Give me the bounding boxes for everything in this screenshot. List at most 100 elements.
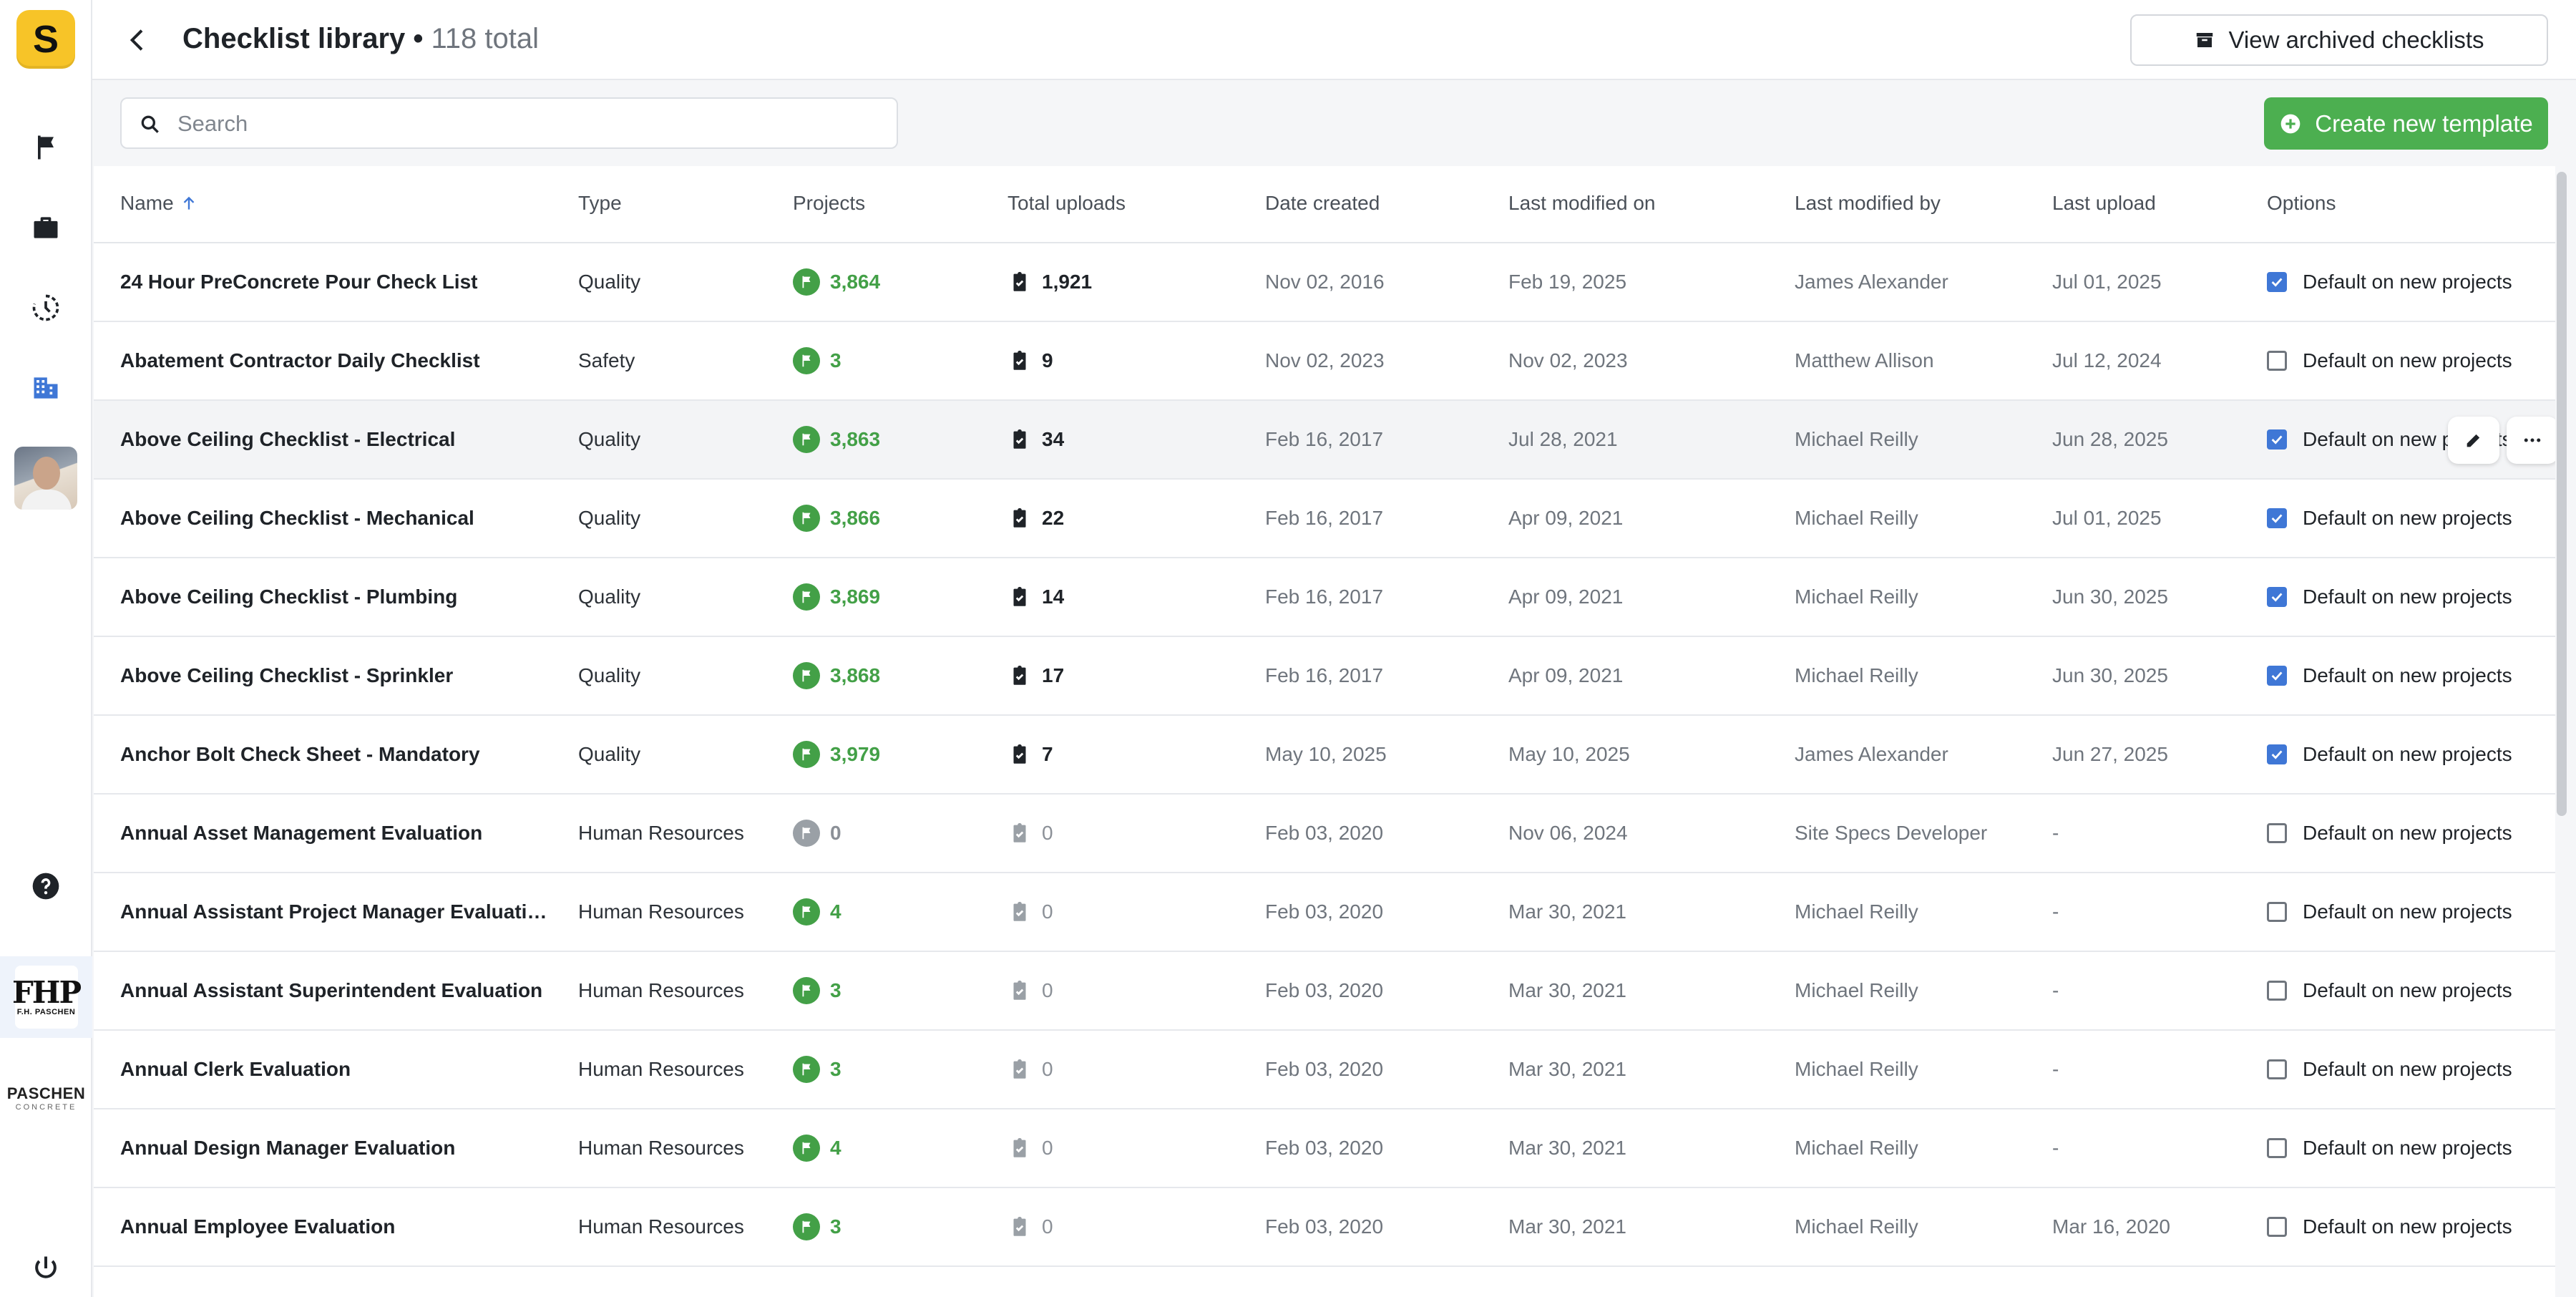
- back-button[interactable]: [118, 20, 158, 60]
- row-uploads-count: 0: [1042, 1137, 1053, 1159]
- row-last-modified: Mar 30, 2021: [1508, 1215, 1626, 1238]
- row-projects[interactable]: 3,868: [793, 637, 880, 714]
- default-checkbox[interactable]: [2267, 508, 2287, 528]
- default-checkbox[interactable]: [2267, 429, 2287, 450]
- column-header-last-modified[interactable]: Last modified on: [1508, 192, 1655, 215]
- row-name[interactable]: Above Ceiling Checklist - Plumbing: [120, 558, 550, 636]
- row-projects[interactable]: 4: [793, 873, 841, 951]
- row-last-modified: Mar 30, 2021: [1508, 1137, 1626, 1159]
- column-header-last-upload[interactable]: Last upload: [2052, 192, 2156, 215]
- table-row[interactable]: Annual Clerk Evaluation Human Resources 3 0…: [94, 1031, 2555, 1109]
- column-header-type[interactable]: Type: [578, 192, 622, 215]
- row-name[interactable]: Annual Clerk Evaluation: [120, 1031, 550, 1108]
- row-name[interactable]: Abatement Contractor Daily Checklist: [120, 322, 550, 399]
- row-uploads[interactable]: 0: [1008, 795, 1053, 872]
- flag-icon[interactable]: [29, 130, 63, 165]
- create-template-button[interactable]: Create new template: [2264, 97, 2548, 150]
- table-row[interactable]: Above Ceiling Checklist - Electrical Qual…: [94, 401, 2555, 480]
- table-row[interactable]: Above Ceiling Checklist - Mechanical Qual…: [94, 480, 2555, 558]
- default-checkbox[interactable]: [2267, 1059, 2287, 1079]
- company-fhp[interactable]: FHP F.H. PASCHEN: [0, 956, 92, 1038]
- table-row[interactable]: Annual Asset Management Evaluation Human …: [94, 795, 2555, 873]
- default-checkbox[interactable]: [2267, 981, 2287, 1001]
- row-uploads[interactable]: 0: [1008, 873, 1053, 951]
- building-icon[interactable]: [29, 371, 63, 405]
- edit-button[interactable]: [2448, 417, 2499, 464]
- row-name[interactable]: Above Ceiling Checklist - Mechanical: [120, 480, 550, 557]
- app-logo[interactable]: S: [16, 10, 75, 69]
- row-projects[interactable]: 3,866: [793, 480, 880, 557]
- clipboard-check-icon: [1013, 271, 1026, 291]
- clipboard-check-icon: [1013, 980, 1026, 1000]
- row-uploads[interactable]: 17: [1008, 637, 1064, 714]
- column-header-date-created[interactable]: Date created: [1265, 192, 1380, 215]
- help-icon[interactable]: [29, 869, 63, 903]
- search-input[interactable]: [177, 106, 879, 142]
- row-uploads[interactable]: 22: [1008, 480, 1064, 557]
- row-projects[interactable]: 3,869: [793, 558, 880, 636]
- column-header-name[interactable]: Name: [120, 192, 198, 215]
- clipboard-check-icon: [1013, 822, 1026, 842]
- row-name[interactable]: Annual Assistant Project Manager Evaluat…: [120, 873, 550, 951]
- row-uploads[interactable]: 7: [1008, 716, 1053, 793]
- row-name[interactable]: Annual Asset Management Evaluation: [120, 795, 550, 872]
- default-checkbox[interactable]: [2267, 823, 2287, 843]
- table-row[interactable]: Above Ceiling Checklist - Plumbing Qualit…: [94, 558, 2555, 637]
- table-row[interactable]: 24 Hour PreConcrete Pour Check List Quali…: [94, 243, 2555, 322]
- row-projects[interactable]: 3: [793, 322, 841, 399]
- briefcase-icon[interactable]: [29, 210, 63, 245]
- default-checkbox[interactable]: [2267, 1138, 2287, 1158]
- row-projects[interactable]: 3: [793, 1031, 841, 1108]
- row-projects[interactable]: 3: [793, 952, 841, 1029]
- table-row[interactable]: Annual Design Manager Evaluation Human Re…: [94, 1109, 2555, 1188]
- row-name[interactable]: 24 Hour PreConcrete Pour Check List: [120, 243, 550, 321]
- row-projects[interactable]: 3,979: [793, 716, 880, 793]
- row-projects[interactable]: 4: [793, 1109, 841, 1187]
- table-scrollbar[interactable]: [2557, 172, 2567, 816]
- power-icon[interactable]: [29, 1251, 63, 1286]
- row-name[interactable]: Anchor Bolt Check Sheet - Mandatory: [120, 716, 550, 793]
- table-row[interactable]: Annual Assistant Superintendent Evaluati…: [94, 952, 2555, 1031]
- column-header-uploads[interactable]: Total uploads: [1008, 192, 1126, 215]
- default-checkbox[interactable]: [2267, 666, 2287, 686]
- default-checkbox[interactable]: [2267, 587, 2287, 607]
- company-paschen-concrete[interactable]: PASCHEN CONCRETE: [0, 1077, 92, 1119]
- row-options: Default on new projects: [2267, 1031, 2512, 1108]
- default-checkbox[interactable]: [2267, 744, 2287, 764]
- table-row[interactable]: Annual Assistant Project Manager Evaluat…: [94, 873, 2555, 952]
- row-name[interactable]: Annual Assistant Superintendent Evaluati…: [120, 952, 550, 1029]
- column-header-modified-by[interactable]: Last modified by: [1795, 192, 1941, 215]
- default-checkbox[interactable]: [2267, 272, 2287, 292]
- row-uploads[interactable]: 9: [1008, 322, 1053, 399]
- row-projects[interactable]: 3,864: [793, 243, 880, 321]
- row-uploads[interactable]: 0: [1008, 1031, 1053, 1108]
- row-projects[interactable]: 3,863: [793, 401, 880, 478]
- row-uploads[interactable]: 34: [1008, 401, 1064, 478]
- row-uploads[interactable]: 0: [1008, 1188, 1053, 1266]
- row-name[interactable]: Above Ceiling Checklist - Electrical: [120, 401, 550, 478]
- row-name[interactable]: Annual Design Manager Evaluation: [120, 1109, 550, 1187]
- table-row[interactable]: Abatement Contractor Daily Checklist Safe…: [94, 322, 2555, 401]
- default-checkbox[interactable]: [2267, 902, 2287, 922]
- row-projects[interactable]: 0: [793, 795, 841, 872]
- row-uploads[interactable]: 0: [1008, 1109, 1053, 1187]
- row-name[interactable]: Above Ceiling Checklist - Sprinkler: [120, 637, 550, 714]
- column-header-projects[interactable]: Projects: [793, 192, 865, 215]
- row-projects[interactable]: 3: [793, 1188, 841, 1266]
- table-row[interactable]: Anchor Bolt Check Sheet - Mandatory Quali…: [94, 716, 2555, 795]
- user-avatar[interactable]: [14, 447, 77, 510]
- row-uploads[interactable]: 0: [1008, 952, 1053, 1029]
- default-checkbox[interactable]: [2267, 1217, 2287, 1237]
- table-row[interactable]: Annual Employee Evaluation Human Resource…: [94, 1188, 2555, 1267]
- row-uploads[interactable]: 1,921: [1008, 243, 1092, 321]
- table-row[interactable]: Above Ceiling Checklist - Sprinkler Quali…: [94, 637, 2555, 716]
- default-checkbox[interactable]: [2267, 351, 2287, 371]
- history-icon[interactable]: [29, 291, 63, 325]
- more-options-button[interactable]: [2507, 417, 2555, 464]
- row-projects-count: 3: [830, 1215, 841, 1238]
- view-archived-button[interactable]: View archived checklists: [2130, 14, 2548, 66]
- row-name[interactable]: Annual Employee Evaluation: [120, 1188, 550, 1266]
- row-type: Quality: [578, 271, 641, 293]
- row-uploads[interactable]: 14: [1008, 558, 1064, 636]
- row-options: Default on new projects: [2267, 243, 2512, 321]
